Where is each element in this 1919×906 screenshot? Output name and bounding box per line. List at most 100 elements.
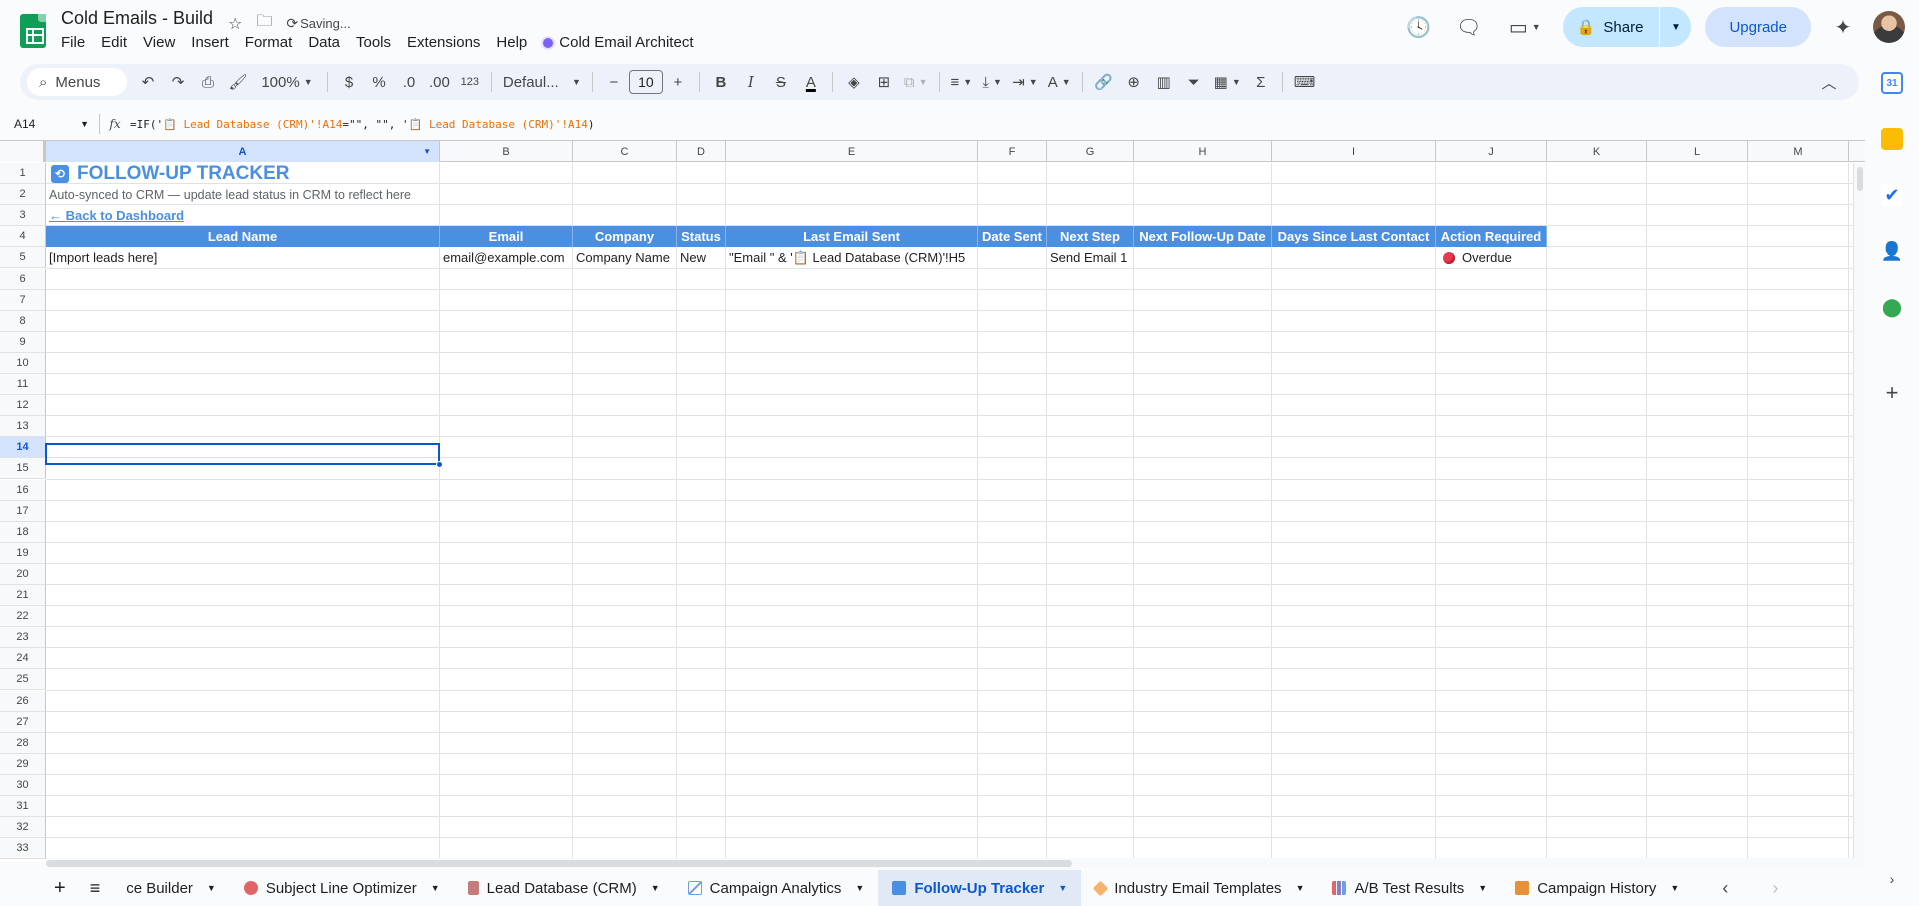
column-header-e[interactable]: E bbox=[726, 141, 978, 162]
row-header-30[interactable]: 30 bbox=[0, 774, 46, 796]
menu-data[interactable]: Data bbox=[308, 34, 348, 51]
tasks-icon[interactable]: ✔ bbox=[1881, 184, 1903, 206]
merge-cells-icon[interactable]: ⧉ ▼ bbox=[900, 68, 932, 96]
calendar-icon[interactable]: 31 bbox=[1881, 72, 1903, 94]
column-header-j[interactable]: J bbox=[1436, 141, 1547, 162]
row-header-14[interactable]: 14 bbox=[0, 437, 46, 459]
horizontal-scroll-thumb[interactable] bbox=[46, 860, 1072, 867]
row-header-32[interactable]: 32 bbox=[0, 817, 46, 839]
sheet-tab-campaign-history[interactable]: Campaign History ▼ bbox=[1501, 870, 1693, 906]
insert-comment-icon[interactable]: ⊕ bbox=[1120, 68, 1148, 96]
column-header-k[interactable]: K bbox=[1547, 141, 1647, 162]
row-header-5[interactable]: 5 bbox=[0, 247, 46, 269]
name-box[interactable]: A14 ▼ bbox=[0, 114, 100, 134]
row-header-10[interactable]: 10 bbox=[0, 352, 46, 374]
menu-tools[interactable]: Tools bbox=[356, 34, 399, 51]
version-history-icon[interactable]: 🕓 bbox=[1399, 7, 1439, 47]
row-header-4[interactable]: 4 bbox=[0, 226, 46, 248]
tab-menu-icon[interactable]: ▼ bbox=[1058, 883, 1067, 893]
row-header-17[interactable]: 17 bbox=[0, 500, 46, 522]
row-header-20[interactable]: 20 bbox=[0, 563, 46, 585]
sheet-tab-ab-test-results[interactable]: A/B Test Results ▼ bbox=[1318, 870, 1501, 906]
decrease-font-size-button[interactable]: − bbox=[600, 68, 628, 96]
comments-icon[interactable]: 🗨 bbox=[1449, 7, 1489, 47]
column-header-c[interactable]: C bbox=[573, 141, 677, 162]
menu-cold-email-architect[interactable]: Cold Email Architect bbox=[543, 34, 701, 51]
menu-insert[interactable]: Insert bbox=[191, 34, 237, 51]
zoom-select[interactable]: 100% ▼ bbox=[254, 68, 320, 96]
row-header-15[interactable]: 15 bbox=[0, 458, 46, 480]
selected-cell-a14[interactable] bbox=[45, 443, 440, 465]
share-button[interactable]: 🔒 Share ▼ bbox=[1562, 7, 1692, 47]
insert-link-icon[interactable]: 🔗 bbox=[1090, 68, 1118, 96]
row-header-25[interactable]: 25 bbox=[0, 669, 46, 691]
print-icon[interactable]: ⎙ bbox=[194, 68, 222, 96]
menu-edit[interactable]: Edit bbox=[101, 34, 135, 51]
column-header-h[interactable]: H bbox=[1134, 141, 1272, 162]
spreadsheet-grid[interactable]: A ▼ B C D E F G H I J K L M 1 2 3 4 5 6 7 8 9 10 11… bbox=[0, 140, 1865, 862]
sheet-tab-lead-database[interactable]: Lead Database (CRM) ▼ bbox=[454, 870, 674, 906]
font-select[interactable]: Defaul... ▼ bbox=[499, 68, 585, 96]
increase-decimal-button[interactable]: .00 bbox=[425, 68, 454, 96]
header-action-required[interactable]: Action Required bbox=[1436, 226, 1547, 247]
cell-e5[interactable]: "Email " & '📋 Lead Database (CRM)'!H5 bbox=[726, 247, 978, 268]
row-header-2[interactable]: 2 bbox=[0, 184, 46, 206]
row-header-23[interactable]: 23 bbox=[0, 627, 46, 649]
insert-chart-icon[interactable]: ▥ bbox=[1150, 68, 1178, 96]
cell-b5[interactable]: email@example.com bbox=[440, 247, 573, 268]
row-header-31[interactable]: 31 bbox=[0, 796, 46, 818]
decrease-decimal-button[interactable]: .0 bbox=[395, 68, 423, 96]
text-color-icon[interactable]: A bbox=[797, 68, 825, 96]
header-days-since-last-contact[interactable]: Days Since Last Contact bbox=[1272, 226, 1436, 247]
vertical-align-icon[interactable]: ⤓ ▼ bbox=[978, 68, 1006, 96]
functions-icon[interactable]: Σ bbox=[1247, 68, 1275, 96]
row-header-29[interactable]: 29 bbox=[0, 753, 46, 775]
sheet-tab-follow-up-tracker[interactable]: Follow-Up Tracker ▼ bbox=[878, 870, 1082, 906]
header-next-follow-up-date[interactable]: Next Follow-Up Date bbox=[1134, 226, 1272, 247]
tab-menu-icon[interactable]: ▼ bbox=[651, 883, 660, 893]
row-header-24[interactable]: 24 bbox=[0, 648, 46, 670]
contacts-icon[interactable]: 👤 bbox=[1881, 240, 1903, 262]
row-header-22[interactable]: 22 bbox=[0, 606, 46, 628]
row-header-6[interactable]: 6 bbox=[0, 268, 46, 290]
menus-search[interactable]: ⌕ Menus bbox=[27, 68, 127, 96]
column-header-d[interactable]: D bbox=[677, 141, 726, 162]
strikethrough-icon[interactable]: S bbox=[767, 68, 795, 96]
menu-view[interactable]: View bbox=[143, 34, 183, 51]
menu-file[interactable]: File bbox=[61, 34, 93, 51]
tab-menu-icon[interactable]: ▼ bbox=[431, 883, 440, 893]
star-icon[interactable]: ☆ bbox=[228, 14, 242, 34]
sheet-tab-industry-email-templates[interactable]: Industry Email Templates ▼ bbox=[1081, 870, 1318, 906]
horizontal-scrollbar[interactable] bbox=[46, 858, 1865, 868]
currency-format-button[interactable]: $ bbox=[335, 68, 363, 96]
fill-color-icon[interactable]: ◈ bbox=[840, 68, 868, 96]
select-all-corner[interactable] bbox=[0, 141, 46, 162]
hide-side-panel-icon[interactable]: › bbox=[1881, 868, 1903, 890]
tab-menu-icon[interactable]: ▼ bbox=[207, 883, 216, 893]
more-formats-button[interactable]: 123 bbox=[456, 68, 484, 96]
account-avatar[interactable] bbox=[1873, 11, 1905, 43]
scroll-tabs-left-icon[interactable]: ‹ bbox=[1707, 878, 1743, 899]
collapse-toolbar-icon[interactable]: ︿ bbox=[1815, 68, 1843, 96]
sheet-subtitle[interactable]: Auto-synced to CRM — update lead status … bbox=[46, 184, 414, 205]
row-header-13[interactable]: 13 bbox=[0, 416, 46, 438]
keep-icon[interactable] bbox=[1881, 128, 1903, 150]
scroll-tabs-right-icon[interactable]: › bbox=[1757, 878, 1793, 899]
row-header-19[interactable]: 19 bbox=[0, 542, 46, 564]
menu-help[interactable]: Help bbox=[496, 34, 535, 51]
italic-icon[interactable]: I bbox=[737, 68, 765, 96]
fill-handle[interactable] bbox=[436, 461, 443, 468]
column-header-m[interactable]: M bbox=[1748, 141, 1849, 162]
row-header-8[interactable]: 8 bbox=[0, 310, 46, 332]
row-header-21[interactable]: 21 bbox=[0, 585, 46, 607]
header-date-sent[interactable]: Date Sent bbox=[978, 226, 1047, 247]
column-header-l[interactable]: L bbox=[1647, 141, 1748, 162]
share-main[interactable]: 🔒 Share bbox=[1562, 7, 1660, 47]
row-header-18[interactable]: 18 bbox=[0, 521, 46, 543]
cell-d5[interactable]: New bbox=[677, 247, 726, 268]
text-rotation-icon[interactable]: A ▼ bbox=[1044, 68, 1075, 96]
all-sheets-icon[interactable]: ≡ bbox=[78, 870, 113, 906]
row-header-33[interactable]: 33 bbox=[0, 838, 46, 860]
paint-format-icon[interactable]: 🖌 bbox=[224, 68, 252, 96]
row-header-7[interactable]: 7 bbox=[0, 289, 46, 311]
